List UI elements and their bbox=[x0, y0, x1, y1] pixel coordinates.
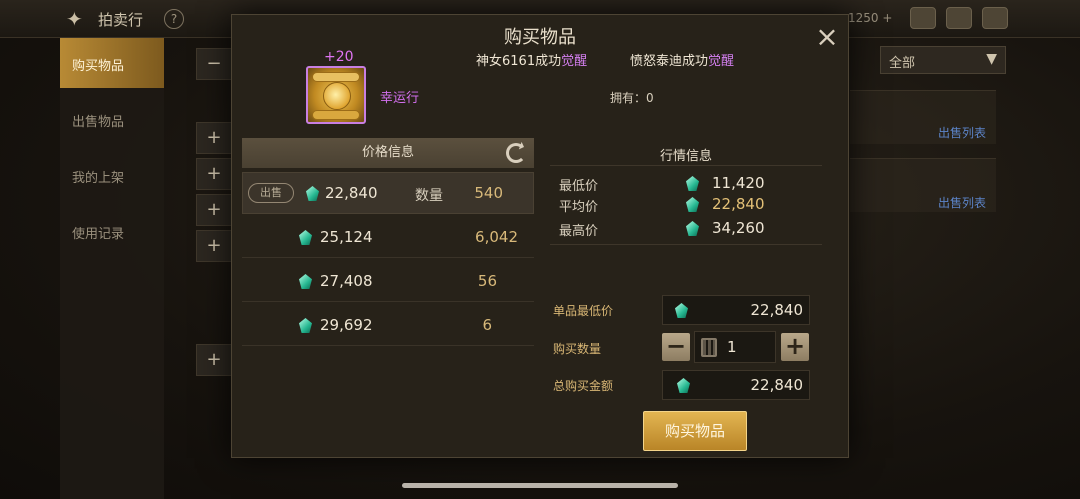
gem-icon bbox=[677, 378, 690, 393]
help-icon[interactable]: ? bbox=[164, 9, 184, 29]
page-title: 拍卖行 bbox=[98, 11, 144, 29]
gem-icon bbox=[299, 274, 312, 289]
owned-count: 拥有：0 bbox=[610, 91, 654, 105]
currency-amount: 1250 + bbox=[848, 11, 893, 25]
purchase-qty-value: 1 bbox=[727, 338, 737, 356]
avg-price-label: 平均价 bbox=[559, 200, 599, 215]
enhance-level: +20 bbox=[324, 49, 354, 65]
gem-icon bbox=[299, 318, 312, 333]
nav-item-sell[interactable]: 出售物品 bbox=[60, 94, 164, 144]
sale-list-link[interactable]: 出售列表 bbox=[938, 194, 986, 211]
price-info-title: 价格信息 bbox=[361, 145, 414, 160]
nav-item-history[interactable]: 使用记录 bbox=[60, 206, 164, 256]
gem-icon bbox=[299, 230, 312, 245]
category-filter-select[interactable]: 全部 ▼ bbox=[880, 46, 1006, 74]
highest-price-label: 最高价 bbox=[559, 224, 599, 239]
side-nav: 购买物品 出售物品 我的上架 使用记录 bbox=[60, 38, 164, 499]
gem-icon bbox=[306, 186, 319, 201]
purchase-qty-label: 购买数量 bbox=[553, 342, 602, 356]
row-price: 27,408 bbox=[320, 272, 373, 290]
price-row[interactable]: 出售 22,840 数量 540 bbox=[242, 172, 534, 214]
price-row[interactable]: 29,692 6 bbox=[242, 304, 534, 346]
unit-lowest-price-field: 22,840 bbox=[662, 295, 810, 325]
gem-icon bbox=[675, 303, 688, 318]
row-price: 22,840 bbox=[325, 184, 378, 202]
category-column: − + + + + + bbox=[196, 44, 236, 414]
row-qty: 6 bbox=[482, 316, 492, 334]
unit-lowest-price-value: 22,840 bbox=[750, 301, 804, 319]
price-row[interactable]: 25,124 6,042 bbox=[242, 216, 534, 258]
expand-button[interactable]: + bbox=[196, 122, 232, 154]
price-info-header: 价格信息 bbox=[242, 138, 534, 168]
total-amount-field: 22,840 bbox=[662, 370, 810, 400]
refresh-icon[interactable] bbox=[506, 143, 526, 163]
mail-icon[interactable] bbox=[946, 7, 972, 29]
close-button[interactable]: × bbox=[814, 23, 840, 51]
row-price: 29,692 bbox=[320, 316, 373, 334]
divider bbox=[550, 165, 822, 166]
nav-item-buy[interactable]: 购买物品 bbox=[60, 38, 164, 88]
sale-list-link[interactable]: 出售列表 bbox=[938, 124, 986, 141]
market-info-header: 行情信息 bbox=[659, 149, 712, 164]
qty-label: 数量 bbox=[415, 188, 443, 204]
purchase-dialog: 购买物品 × 神女6161成功觉醒 愤怒泰迪成功觉醒 +20 幸运行 拥有：0 … bbox=[231, 14, 849, 458]
awaken-notice-2: 愤怒泰迪成功觉醒 bbox=[630, 54, 735, 69]
buy-item-button[interactable]: 购买物品 bbox=[643, 411, 747, 451]
collapse-button[interactable]: − bbox=[196, 48, 232, 80]
total-amount-label: 总购买金额 bbox=[553, 379, 614, 393]
expand-button[interactable]: + bbox=[196, 344, 232, 376]
expand-button[interactable]: + bbox=[196, 194, 232, 226]
gem-icon bbox=[686, 197, 699, 212]
filter-value: 全部 bbox=[889, 56, 916, 71]
gem-icon bbox=[686, 176, 699, 191]
highest-price-value: 34,260 bbox=[712, 219, 765, 237]
scroll-bottom bbox=[312, 110, 360, 120]
nav-item-my-listings[interactable]: 我的上架 bbox=[60, 150, 164, 200]
awaken-notice-1: 神女6161成功觉醒 bbox=[476, 54, 588, 69]
bag-icon[interactable] bbox=[910, 7, 936, 29]
chat-icon[interactable] bbox=[982, 7, 1008, 29]
back-arrow-icon[interactable]: ✦ bbox=[66, 8, 88, 30]
lowest-price-label: 最低价 bbox=[559, 179, 599, 194]
row-qty: 540 bbox=[474, 184, 503, 202]
home-indicator[interactable] bbox=[402, 483, 678, 488]
row-price: 25,124 bbox=[320, 228, 373, 246]
qty-decrease-button[interactable]: − bbox=[662, 333, 690, 361]
unit-lowest-price-label: 单品最低价 bbox=[553, 304, 614, 318]
purchase-qty-input[interactable]: 1 bbox=[694, 331, 776, 363]
avg-price-value: 22,840 bbox=[712, 195, 765, 213]
total-amount-value: 22,840 bbox=[750, 376, 804, 394]
rose-emblem bbox=[323, 82, 351, 110]
qty-increase-button[interactable]: + bbox=[781, 333, 809, 361]
row-qty: 6,042 bbox=[475, 228, 518, 246]
chevron-down-icon: ▼ bbox=[986, 51, 997, 67]
expand-button[interactable]: + bbox=[196, 230, 232, 262]
dialog-title: 购买物品 bbox=[504, 27, 576, 48]
item-name: 幸运行 bbox=[380, 91, 420, 106]
row-qty: 56 bbox=[477, 272, 497, 290]
divider bbox=[550, 244, 822, 245]
lowest-price-value: 11,420 bbox=[712, 174, 765, 192]
gem-icon bbox=[686, 221, 699, 236]
scroll-top bbox=[312, 72, 360, 82]
calculator-icon[interactable] bbox=[701, 338, 717, 357]
sell-tag[interactable]: 出售 bbox=[248, 183, 294, 203]
price-row[interactable]: 27,408 56 bbox=[242, 260, 534, 302]
scroll-item-icon[interactable] bbox=[306, 66, 366, 124]
expand-button[interactable]: + bbox=[196, 158, 232, 190]
